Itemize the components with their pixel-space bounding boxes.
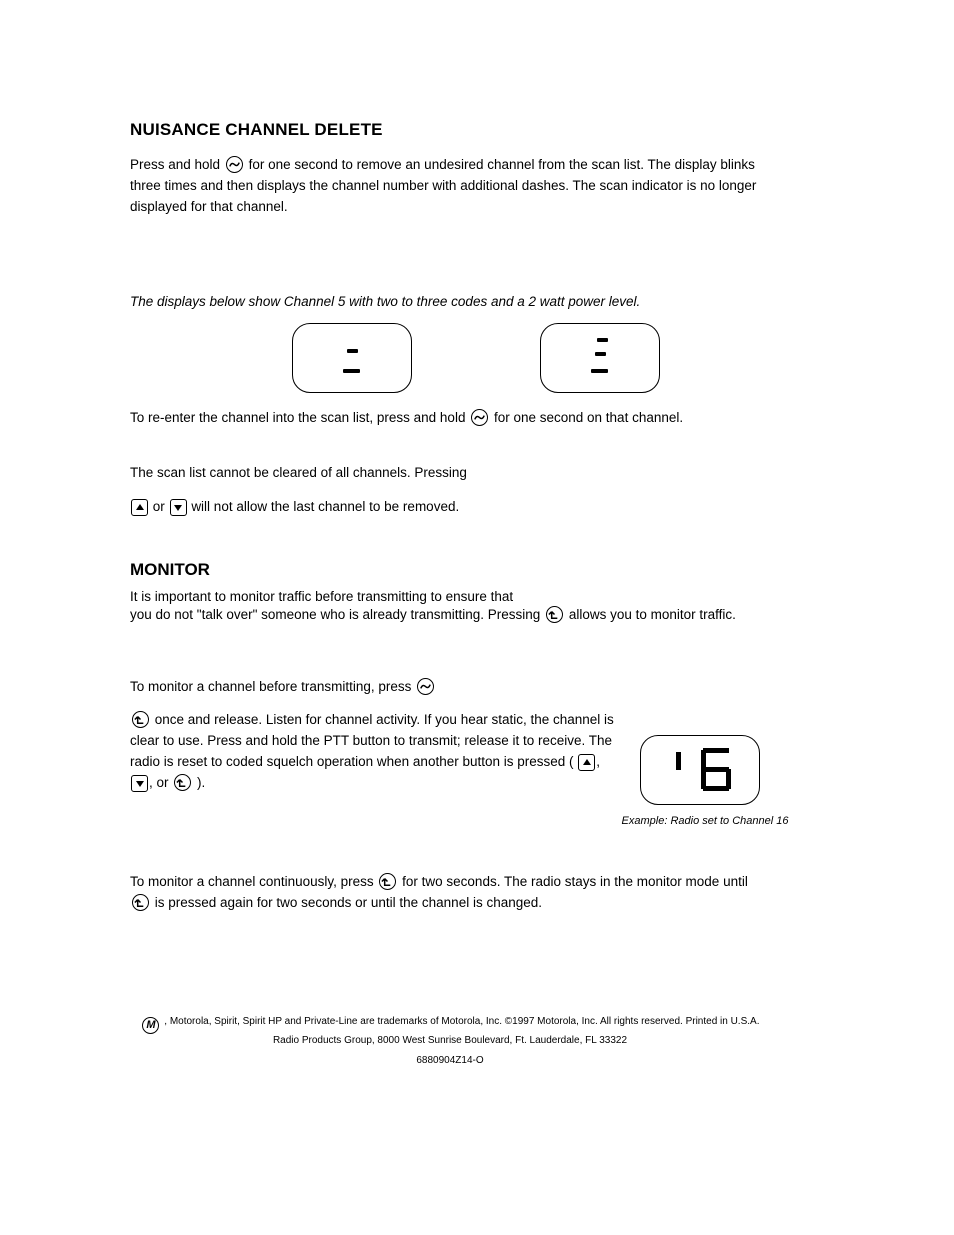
- monitor-para2b: once and release. Listen for channel act…: [130, 710, 620, 794]
- text: To monitor a channel before transmitting…: [130, 679, 415, 694]
- enter-monitor-icon: [132, 711, 149, 728]
- text: for two seconds. The radio stays in the …: [402, 874, 748, 889]
- nuisance-para1: Press and hold for one second to remove …: [130, 155, 770, 218]
- enter-monitor-icon: [132, 894, 149, 911]
- nuisance-para3-line2: or will not allow the last channel to be…: [130, 497, 770, 518]
- channel-down-icon: [131, 775, 148, 792]
- text: will not allow the last channel to be re…: [191, 499, 459, 514]
- enter-monitor-icon: [174, 774, 191, 791]
- monitor-title: MONITOR: [130, 557, 770, 583]
- channel-down-icon: [170, 499, 187, 516]
- lcd-caption: Example: Radio set to Channel 16: [620, 815, 790, 827]
- text: , or: [149, 775, 169, 790]
- nuisance-para3-line1: The scan list cannot be cleared of all c…: [130, 463, 770, 484]
- monitor-para1-l2: you do not "talk over" someone who is al…: [130, 605, 770, 626]
- text: To monitor a channel continuously, press: [130, 874, 377, 889]
- text: for one second on that channel.: [494, 410, 683, 425]
- section-title: NUISANCE CHANNEL DELETE: [130, 120, 383, 140]
- footer-address: Radio Products Group, 8000 West Sunrise …: [100, 1034, 800, 1048]
- channel-up-icon: [578, 754, 595, 771]
- displays-note: The displays below show Channel 5 with t…: [130, 292, 770, 313]
- enter-monitor-icon: [546, 606, 563, 623]
- text: ,: [596, 754, 600, 769]
- scan-icon: [417, 678, 434, 695]
- monitor-para2: To monitor a channel before transmitting…: [130, 677, 630, 698]
- text: you do not "talk over" someone who is al…: [130, 607, 544, 622]
- nuisance-para2: To re-enter the channel into the scan li…: [130, 408, 770, 429]
- channel-up-icon: [131, 499, 148, 516]
- text: or: [153, 499, 165, 514]
- enter-monitor-icon: [379, 873, 396, 890]
- scan-icon: [226, 156, 243, 173]
- text: allows you to monitor traffic.: [569, 607, 736, 622]
- scan-icon: [471, 409, 488, 426]
- monitor-para3: To monitor a channel continuously, press…: [130, 872, 770, 914]
- text: ).: [197, 775, 205, 790]
- text: is pressed again for two seconds or unti…: [155, 895, 542, 910]
- text: To re-enter the channel into the scan li…: [130, 410, 469, 425]
- footer-copyright: M , Motorola, Spirit, Spirit HP and Priv…: [100, 1015, 800, 1034]
- motorola-logo-icon: M: [142, 1017, 159, 1034]
- footer-part-number: 6880904Z14-O: [100, 1054, 800, 1068]
- text: Press and hold: [130, 157, 224, 172]
- footer: M , Motorola, Spirit, Spirit HP and Priv…: [100, 1015, 800, 1067]
- lcd-display-before: [292, 323, 412, 393]
- lcd-display-channel16: [640, 735, 760, 805]
- manual-page: { "title": "NUISANCE CHANNEL DELETE", "p…: [0, 0, 954, 1235]
- text: The scan list cannot be cleared of all c…: [130, 465, 467, 480]
- text: once and release. Listen for channel act…: [130, 712, 614, 769]
- lcd-display-after: [540, 323, 660, 393]
- text: , Motorola, Spirit, Spirit HP and Privat…: [164, 1016, 759, 1027]
